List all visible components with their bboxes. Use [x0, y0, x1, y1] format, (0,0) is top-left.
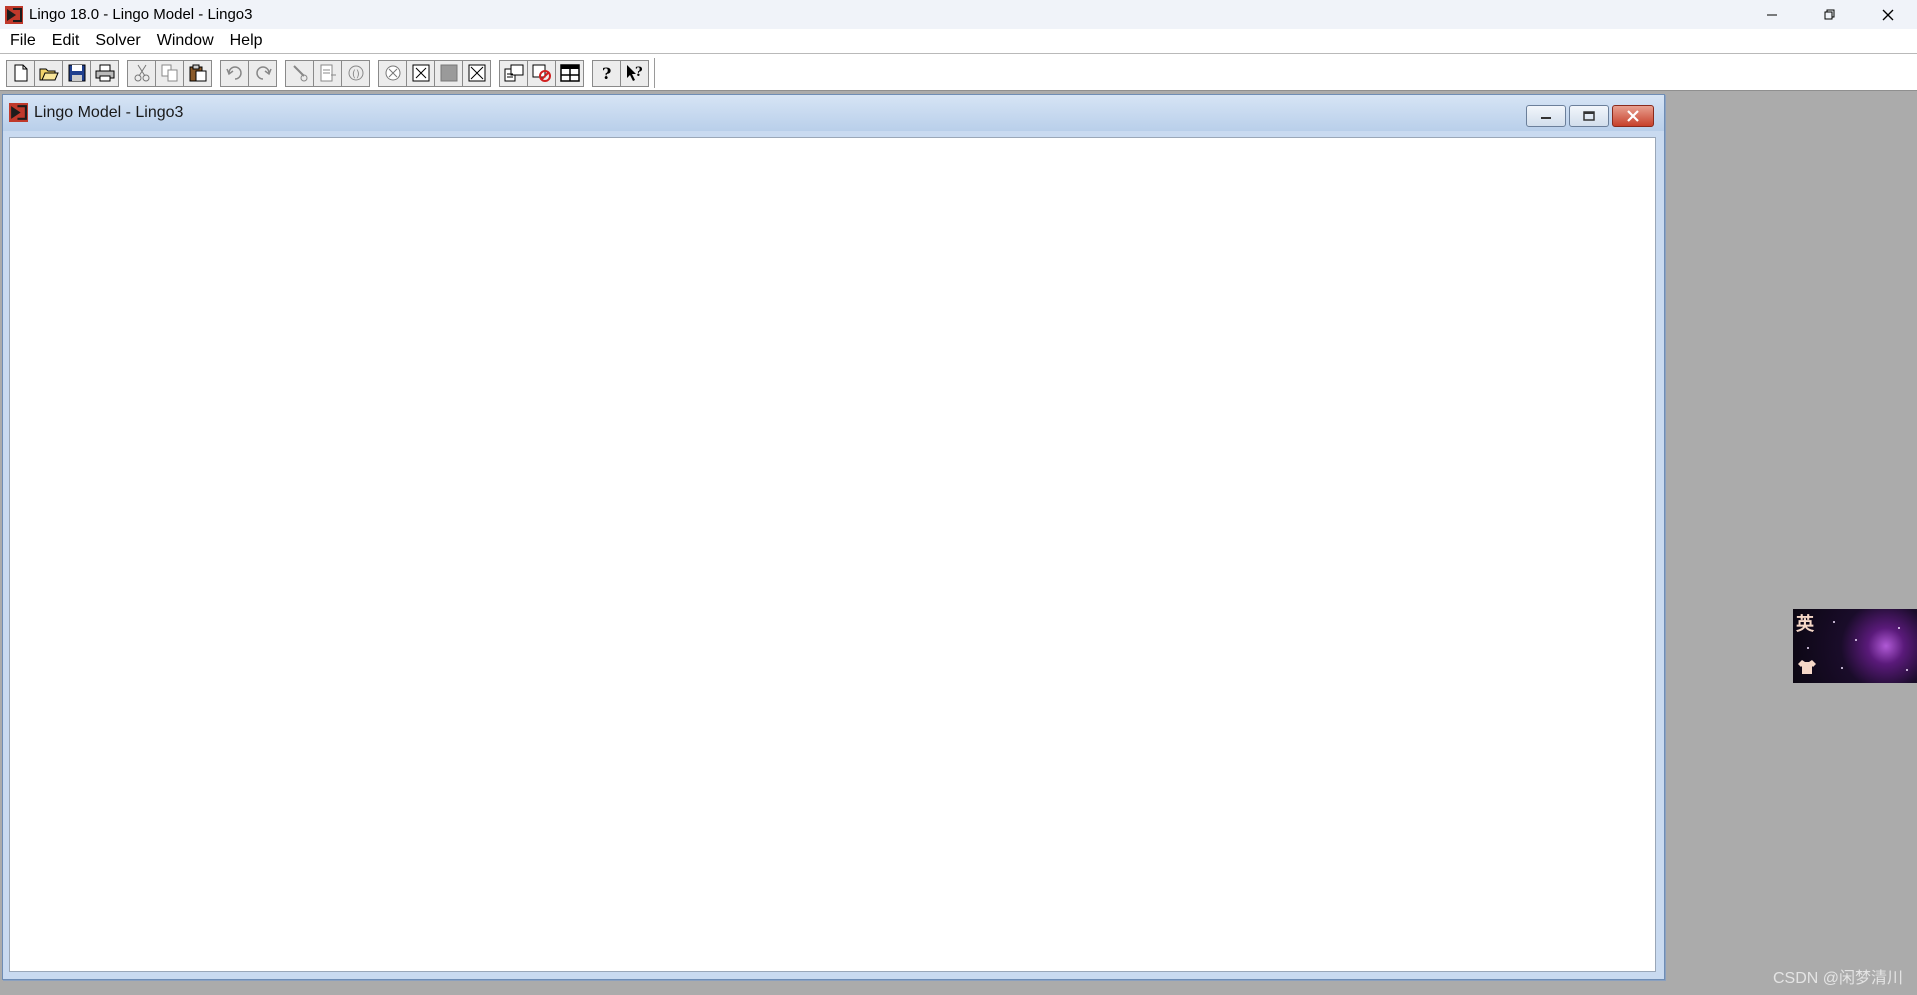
mdi-workspace: Lingo Model - Lingo3 CSDN @闲梦清川 — [0, 91, 1917, 995]
close-all-icon[interactable] — [406, 59, 435, 87]
menu-file[interactable]: File — [2, 29, 44, 53]
copy-icon[interactable] — [155, 59, 184, 87]
svg-text:?: ? — [635, 65, 643, 80]
model-window: Lingo Model - Lingo3 — [2, 94, 1665, 980]
minimize-icon[interactable] — [1743, 0, 1801, 29]
find-icon[interactable] — [285, 59, 314, 87]
toolbar-row: () ? ? — [0, 53, 1917, 91]
star-dot — [1898, 627, 1900, 629]
undo-icon[interactable] — [220, 59, 249, 87]
svg-text:?: ? — [602, 64, 611, 82]
menu-edit[interactable]: Edit — [44, 29, 88, 53]
model-window-titlebar[interactable]: Lingo Model - Lingo3 — [3, 95, 1664, 131]
toolbar-group-help: ? ? — [592, 59, 649, 87]
child-close-icon[interactable] — [1612, 105, 1654, 127]
title-bar: Lingo 18.0 - Lingo Model - Lingo3 — [0, 0, 1917, 29]
ime-language-glyph: 英 — [1796, 614, 1814, 634]
toolbar: () ? ? — [6, 58, 655, 88]
menu-solver[interactable]: Solver — [87, 29, 148, 53]
watermark-text: CSDN @闲梦清川 — [1772, 970, 1903, 987]
toolbar-group-clipboard — [127, 59, 212, 87]
menu-help[interactable]: Help — [222, 29, 271, 53]
send-to-back-icon[interactable] — [434, 59, 463, 87]
lingo-model-icon[interactable] — [9, 103, 29, 123]
options-icon[interactable] — [499, 59, 528, 87]
child-maximize-icon[interactable] — [1569, 105, 1609, 127]
child-minimize-icon[interactable] — [1526, 105, 1566, 127]
generate-icon[interactable] — [527, 59, 556, 87]
model-window-controls — [1526, 105, 1654, 127]
print-icon[interactable] — [90, 59, 119, 87]
paste-icon[interactable] — [183, 59, 212, 87]
svg-text:(): () — [352, 69, 360, 80]
redo-icon[interactable] — [248, 59, 277, 87]
lingo-app-icon[interactable] — [4, 5, 24, 25]
ime-widget[interactable]: 英 — [1793, 609, 1917, 683]
star-dot — [1807, 647, 1809, 649]
model-editor[interactable] — [9, 137, 1656, 972]
star-dot — [1833, 621, 1835, 623]
window-title: Lingo 18.0 - Lingo Model - Lingo3 — [29, 6, 253, 23]
close-window-icon[interactable] — [462, 59, 491, 87]
new-file-icon[interactable] — [6, 59, 35, 87]
match-parenthesis-icon[interactable]: () — [341, 59, 370, 87]
open-folder-icon[interactable] — [34, 59, 63, 87]
menu-window[interactable]: Window — [149, 29, 222, 53]
toolbar-group-solve — [378, 59, 491, 87]
solve-icon[interactable] — [378, 59, 407, 87]
goto-line-icon[interactable] — [313, 59, 342, 87]
toolbar-group-history — [220, 59, 277, 87]
star-dot — [1855, 639, 1857, 641]
close-icon[interactable] — [1859, 0, 1917, 29]
context-help-icon[interactable]: ? — [620, 59, 649, 87]
toolbar-group-file — [6, 59, 119, 87]
cut-icon[interactable] — [127, 59, 156, 87]
skin-shirt-icon — [1798, 660, 1816, 674]
tile-windows-icon[interactable] — [555, 59, 584, 87]
save-disk-icon[interactable] — [62, 59, 91, 87]
toolbar-group-window — [499, 59, 584, 87]
help-topics-icon[interactable]: ? — [592, 59, 621, 87]
restore-icon[interactable] — [1801, 0, 1859, 29]
model-window-title: Lingo Model - Lingo3 — [34, 104, 184, 121]
star-dot — [1841, 667, 1843, 669]
star-dot — [1906, 669, 1908, 671]
window-controls — [1743, 0, 1917, 29]
menu-bar: File Edit Solver Window Help — [0, 29, 1917, 53]
toolbar-group-search: () — [285, 59, 370, 87]
